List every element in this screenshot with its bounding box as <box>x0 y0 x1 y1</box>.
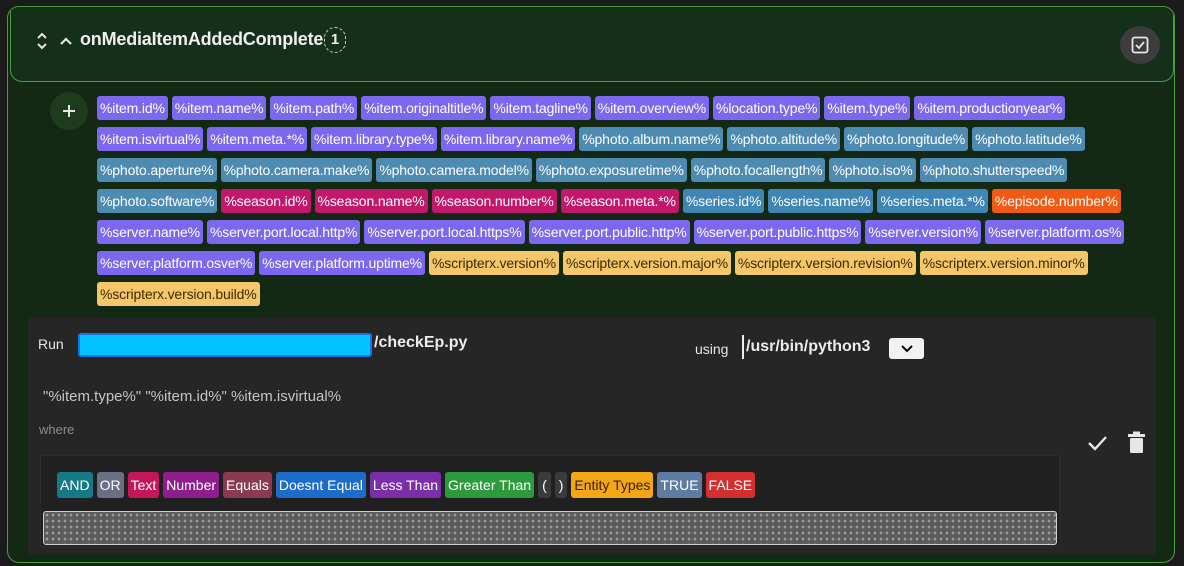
event-title: onMediaItemAddedComplete <box>80 29 324 49</box>
variable-tag[interactable]: %photo.latitude% <box>972 127 1085 151</box>
operator-chip[interactable]: Doesnt Equal <box>275 472 366 498</box>
variable-tag[interactable]: %server.platform.os% <box>985 220 1125 244</box>
variable-tag[interactable]: %item.meta.*% <box>207 127 308 151</box>
chevron-up-icon[interactable] <box>59 34 73 48</box>
variable-tag[interactable]: %server.port.local.https% <box>364 220 525 244</box>
operator-chip[interactable]: ( <box>538 472 551 498</box>
variable-tag[interactable]: %photo.aperture% <box>97 158 217 182</box>
variable-tag[interactable]: %item.library.name% <box>440 127 576 151</box>
variable-tag[interactable]: %item.tagline% <box>490 96 591 120</box>
variable-tag[interactable]: %item.library.type% <box>311 127 437 151</box>
operator-palette: AND OR Text Number Equals Doesnt Equal Less Th… <box>57 472 756 498</box>
enable-toggle-button[interactable] <box>1120 26 1160 64</box>
operator-chip[interactable]: AND <box>57 472 93 498</box>
operator-chip[interactable]: ) <box>554 472 568 498</box>
operator-chip[interactable]: OR <box>96 472 124 498</box>
operator-chip[interactable]: TRUE <box>657 472 702 498</box>
add-rule-button[interactable] <box>50 92 88 130</box>
variable-tag[interactable]: %server.port.local.http% <box>206 220 361 244</box>
operator-chip[interactable]: FALSE <box>705 472 756 498</box>
variable-tag[interactable]: %item.name% <box>171 96 267 120</box>
variable-tag[interactable]: %photo.camera.model% <box>376 158 532 182</box>
variable-tag[interactable]: %series.id% <box>682 189 765 213</box>
variable-tag[interactable]: %episode.number% <box>991 189 1121 213</box>
variable-tag[interactable]: %photo.software% <box>97 189 218 213</box>
variable-tag[interactable]: %server.name% <box>97 220 203 244</box>
variable-tag[interactable]: %server.port.public.https% <box>693 220 862 244</box>
variable-tag[interactable]: %item.id% <box>97 96 168 120</box>
count-badge: 1 <box>324 27 346 53</box>
variable-tag[interactable]: %item.overview% <box>594 96 710 120</box>
script-path-input[interactable] <box>78 333 372 357</box>
arguments-field[interactable]: "%item.type%" "%item.id%" %item.isvirtua… <box>43 388 341 405</box>
variable-tag[interactable]: %scripterx.version.build% <box>97 282 260 306</box>
variable-tag[interactable]: %scripterx.version.revision% <box>734 251 916 275</box>
operator-chip[interactable]: Greater Than <box>445 472 535 498</box>
condition-input[interactable] <box>43 511 1057 545</box>
variable-tag[interactable]: %item.productionyear% <box>914 96 1066 120</box>
variable-tag[interactable]: %item.path% <box>270 96 358 120</box>
interpreter-select[interactable]: /usr/bin/python3 <box>742 335 870 359</box>
variable-tag[interactable]: %season.name% <box>314 189 428 213</box>
variable-tag[interactable]: %photo.altitude% <box>727 127 840 151</box>
variable-tag[interactable]: %photo.camera.make% <box>220 158 373 182</box>
interpreter-dropdown-button[interactable] <box>889 338 924 359</box>
variable-tag[interactable]: %photo.album.name% <box>579 127 724 151</box>
variable-tag[interactable]: %server.platform.uptime% <box>259 251 425 275</box>
variable-tag[interactable]: %series.meta.*% <box>877 189 988 213</box>
variable-tag[interactable]: %series.name% <box>768 189 874 213</box>
checkbox-checked-icon <box>1131 36 1149 54</box>
variable-tag[interactable]: %server.version% <box>865 220 982 244</box>
event-header[interactable]: onMediaItemAddedComplete 1 <box>10 7 1174 82</box>
using-label: using <box>695 341 729 357</box>
run-label: Run <box>38 336 64 352</box>
operator-chip[interactable]: Text <box>127 472 160 498</box>
variable-tag[interactable]: %location.type% <box>713 96 821 120</box>
variable-tag[interactable]: %item.isvirtual% <box>97 127 204 151</box>
sort-icon[interactable] <box>35 31 49 51</box>
variable-tag[interactable]: %season.meta.*% <box>560 189 679 213</box>
rule-card: Run /checkEp.py using /usr/bin/python3 "… <box>28 318 1156 554</box>
operator-chip[interactable]: Equals <box>223 472 272 498</box>
variable-tag[interactable]: %server.platform.osver% <box>97 251 256 275</box>
trash-icon[interactable] <box>1128 431 1145 453</box>
variable-tag[interactable]: %server.port.public.http% <box>528 220 690 244</box>
operator-chip[interactable]: Less Than <box>369 472 442 498</box>
variable-tag-list: %item.id% %item.name% %item.path% %item.ori… <box>97 96 1157 306</box>
chevron-down-icon <box>900 344 913 352</box>
variable-tag[interactable]: %photo.focallength% <box>690 158 826 182</box>
variable-tag[interactable]: %photo.exposuretime% <box>535 158 687 182</box>
variable-tag[interactable]: %item.originaltitle% <box>361 96 487 120</box>
where-label: where <box>39 422 75 437</box>
operator-chip[interactable]: Number <box>163 472 220 498</box>
plus-icon <box>63 105 75 117</box>
variable-tag[interactable]: %scripterx.version% <box>428 251 559 275</box>
event-panel: onMediaItemAddedComplete 1 %item.id% %ite… <box>7 6 1175 563</box>
operator-chip[interactable]: Entity Types <box>571 472 654 498</box>
script-path-suffix: /checkEp.py <box>374 334 468 351</box>
check-icon[interactable] <box>1086 432 1108 454</box>
variable-tag[interactable]: %season.id% <box>221 189 311 213</box>
condition-editor: AND OR Text Number Equals Doesnt Equal Less Th… <box>40 455 1060 547</box>
variable-tag[interactable]: %season.number% <box>431 189 557 213</box>
variable-tag[interactable]: %item.type% <box>824 96 911 120</box>
variable-tag[interactable]: %photo.shutterspeed% <box>919 158 1068 182</box>
variable-tag[interactable]: %photo.longitude% <box>844 127 969 151</box>
variable-tag[interactable]: %scripterx.version.minor% <box>919 251 1088 275</box>
variable-tag[interactable]: %scripterx.version.major% <box>562 251 731 275</box>
variable-tag[interactable]: %photo.iso% <box>829 158 916 182</box>
